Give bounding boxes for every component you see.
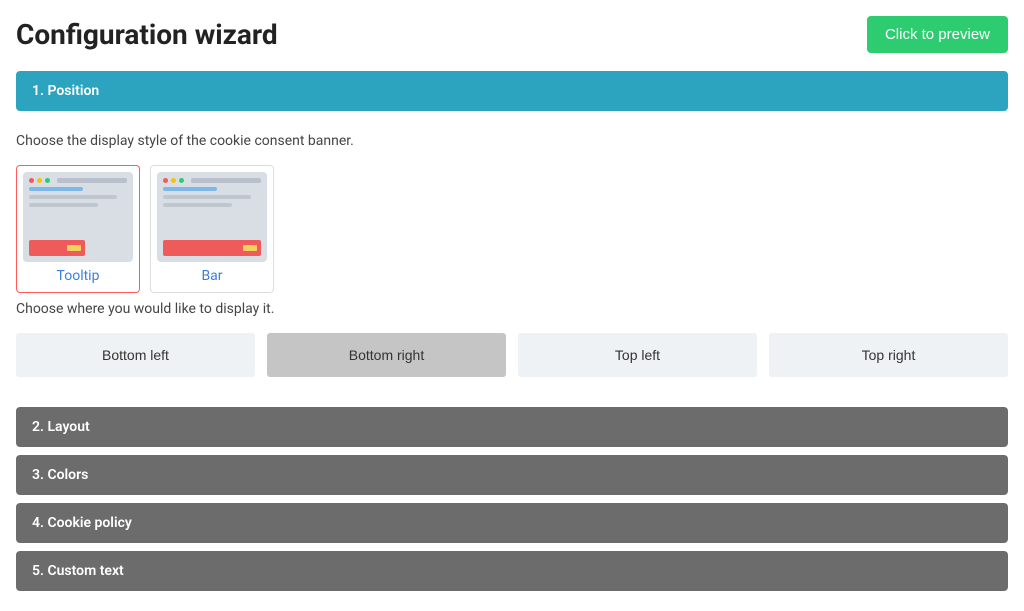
step-number: 1: [32, 83, 40, 99]
step-number: 4: [32, 515, 40, 531]
style-card-group: Tooltip Bar: [16, 165, 1008, 293]
step-label: Colors: [47, 467, 88, 483]
page-title: Configuration wizard: [16, 18, 278, 51]
placement-bottom-right[interactable]: Bottom right: [267, 333, 506, 377]
placement-instruction: Choose where you would like to display i…: [16, 301, 1008, 317]
placement-top-right[interactable]: Top right: [769, 333, 1008, 377]
step-header-layout[interactable]: 2. Layout: [16, 407, 1008, 447]
step-label: Cookie policy: [47, 515, 131, 531]
style-card-bar[interactable]: Bar: [150, 165, 274, 293]
placement-top-left[interactable]: Top left: [518, 333, 757, 377]
step-number: 3: [32, 467, 40, 483]
placement-bottom-left[interactable]: Bottom left: [16, 333, 255, 377]
step-body-position: Choose the display style of the cookie c…: [16, 115, 1008, 393]
step-label: Position: [47, 83, 99, 99]
style-card-tooltip[interactable]: Tooltip: [16, 165, 140, 293]
placement-button-row: Bottom left Bottom right Top left Top ri…: [16, 333, 1008, 377]
style-card-label: Tooltip: [23, 268, 133, 284]
step-label: Custom text: [47, 563, 123, 579]
step-number: 2: [32, 419, 40, 435]
step-header-colors[interactable]: 3. Colors: [16, 455, 1008, 495]
step-label: Layout: [47, 419, 89, 435]
step-number: 5: [32, 563, 40, 579]
style-instruction: Choose the display style of the cookie c…: [16, 133, 1008, 149]
step-header-position[interactable]: 1. Position: [16, 71, 1008, 111]
style-card-label: Bar: [157, 268, 267, 284]
step-header-cookie-policy[interactable]: 4. Cookie policy: [16, 503, 1008, 543]
tooltip-preview-icon: [23, 172, 133, 262]
step-header-custom-text[interactable]: 5. Custom text: [16, 551, 1008, 591]
preview-button[interactable]: Click to preview: [867, 16, 1008, 53]
bar-preview-icon: [157, 172, 267, 262]
